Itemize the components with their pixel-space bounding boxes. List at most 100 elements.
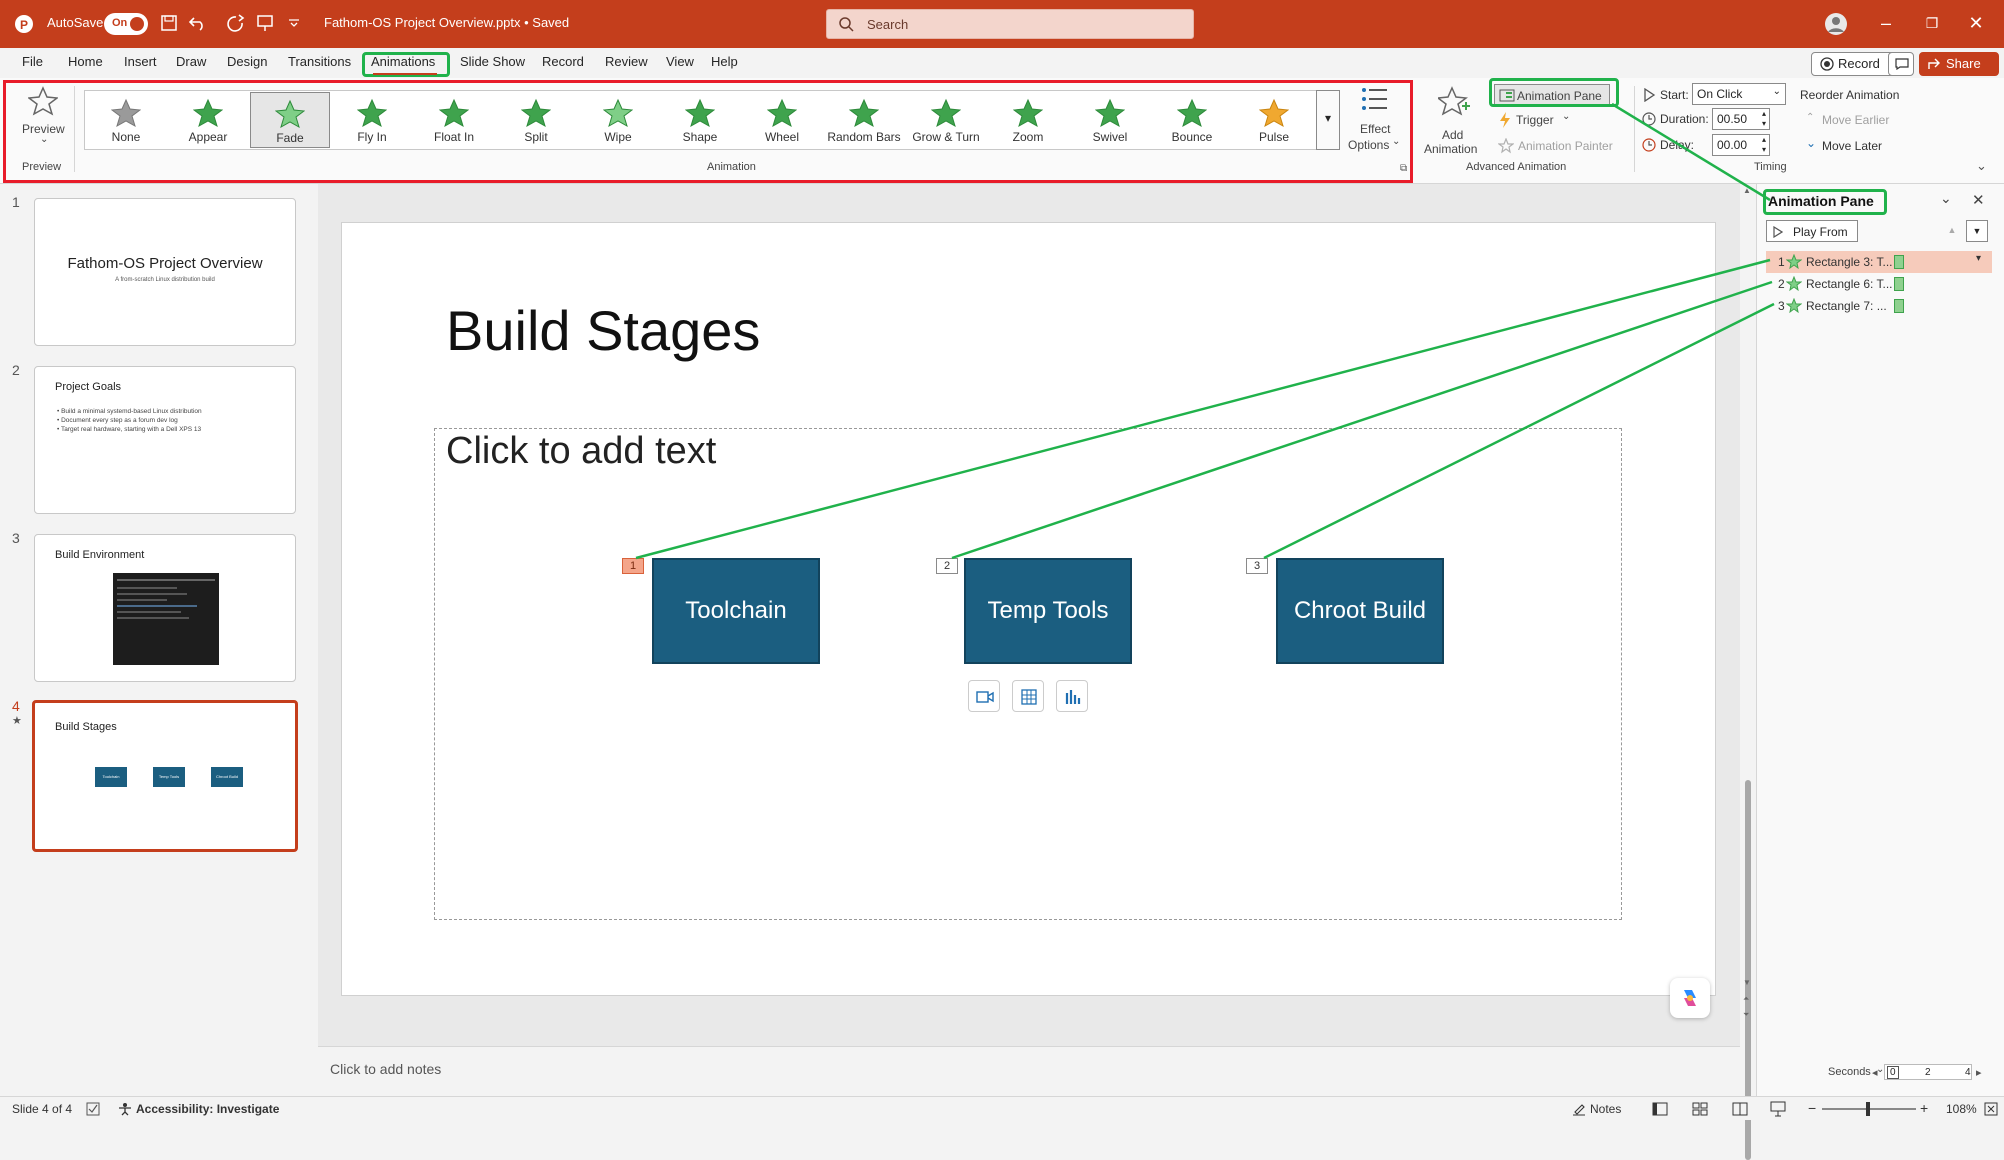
slide-thumbnail-1[interactable]: Fathom-OS Project Overview A from-scratc… (34, 198, 296, 346)
accessibility-status[interactable]: Accessibility: Investigate (136, 1102, 279, 1116)
notes-icon (1573, 1104, 1585, 1116)
tab-design[interactable]: Design (227, 54, 267, 69)
tab-insert[interactable]: Insert (124, 54, 157, 69)
reading-view-icon[interactable] (1732, 1102, 1748, 1116)
tab-home[interactable]: Home (68, 54, 103, 69)
tab-view[interactable]: View (666, 54, 694, 69)
previous-slide-icon[interactable]: ⏶ (1743, 994, 1749, 1004)
tab-draw[interactable]: Draw (176, 54, 206, 69)
customize-toolbar-icon[interactable] (288, 18, 300, 28)
timeline-scroll-left-icon[interactable]: ◂ (1872, 1066, 1878, 1079)
add-animation-button[interactable]: Add Animation (1422, 86, 1486, 156)
share-icon (1928, 58, 1940, 69)
start-dropdown[interactable]: On Click ⌄ (1692, 83, 1786, 105)
undo-icon[interactable] (188, 14, 210, 32)
record-label: Record (1838, 56, 1880, 71)
move-later-label: Move Later (1822, 139, 1883, 153)
insert-chart-button[interactable] (1056, 680, 1088, 712)
insert-video-button[interactable] (968, 680, 1000, 712)
close-window-button[interactable]: ✕ (1962, 10, 1990, 36)
animation-item-1[interactable]: 1 Rectangle 3: T... ▾ (1766, 251, 1992, 273)
tab-record[interactable]: Record (542, 54, 584, 69)
save-icon[interactable] (160, 14, 178, 32)
zoom-out-icon[interactable]: − (1808, 1100, 1816, 1116)
slide-thumbnail-3[interactable]: Build Environment (34, 534, 296, 682)
close-pane-icon[interactable]: ✕ (1972, 191, 1985, 209)
add-animation-star-icon (1438, 86, 1470, 116)
slide-number: 2 (12, 362, 20, 378)
delay-spinner-icon[interactable]: ▴ ▾ (1762, 135, 1766, 155)
zoom-level[interactable]: 108% (1946, 1102, 1977, 1116)
pane-options-icon[interactable]: ⌄ (1940, 190, 1952, 207)
tab-help[interactable]: Help (711, 54, 738, 69)
timeline-scroll-right-icon[interactable]: ▸ (1976, 1066, 1982, 1079)
slide-show-icon[interactable] (1770, 1101, 1786, 1117)
play-from-button[interactable]: Play From (1766, 220, 1858, 242)
minimize-button[interactable]: – (1872, 10, 1900, 36)
thumb-subtitle: A from-scratch Linux distribution build (115, 277, 215, 283)
account-avatar-icon[interactable] (1824, 12, 1848, 36)
insert-table-button[interactable] (1012, 680, 1044, 712)
tab-transitions[interactable]: Transitions (288, 54, 351, 69)
item-dropdown-icon[interactable]: ▾ (1976, 253, 1981, 264)
normal-view-icon[interactable] (1652, 1102, 1668, 1116)
animation-painter-button[interactable]: Animation Painter (1498, 138, 1628, 158)
notes-toggle[interactable]: Notes (1590, 1102, 1621, 1116)
zoom-in-icon[interactable]: + (1920, 1100, 1928, 1116)
scroll-up-icon[interactable]: ▲ (1743, 186, 1751, 195)
slide-sorter-icon[interactable] (1692, 1102, 1708, 1116)
accessibility-icon[interactable] (118, 1102, 132, 1116)
chroot-build-shape[interactable]: Chroot Build (1276, 558, 1444, 664)
temp-tools-shape[interactable]: Temp Tools (964, 558, 1132, 664)
comments-button[interactable] (1888, 52, 1914, 76)
slide-thumbnail-4[interactable]: Build Stages Toolchain Temp Tools Chroot… (32, 700, 298, 852)
animation-order-tag[interactable]: 3 (1246, 558, 1268, 574)
start-label: Start: (1660, 88, 1689, 102)
placeholder-text[interactable]: Click to add text (446, 430, 716, 473)
status-bar: Slide 4 of 4 Accessibility: Investigate … (0, 1096, 2004, 1120)
tab-slide-show[interactable]: Slide Show (460, 54, 525, 69)
animation-item-2[interactable]: 2 Rectangle 6: T... (1766, 273, 1992, 295)
delay-clock-icon (1642, 138, 1656, 152)
copilot-button[interactable] (1670, 978, 1710, 1018)
move-later-button[interactable]: ⌄ Move Later (1806, 136, 1906, 156)
thumb-terminal-screenshot (113, 573, 219, 665)
trigger-dropdown-icon: ⌄ (1562, 111, 1571, 122)
animation-item-3[interactable]: 3 Rectangle 7: ... (1766, 295, 1992, 317)
slide-thumbnail-2[interactable]: Project Goals • Build a minimal systemd-… (34, 366, 296, 514)
delay-input[interactable]: 00.00 ▴ ▾ (1712, 134, 1770, 156)
tab-file[interactable]: File (22, 54, 43, 69)
trigger-button[interactable]: Trigger ⌄ (1498, 111, 1588, 132)
autosave-toggle[interactable]: On (104, 13, 148, 35)
animation-order-tag[interactable]: 2 (936, 558, 958, 574)
thumb-box: Temp Tools (153, 767, 185, 787)
spell-check-icon[interactable] (86, 1102, 100, 1116)
add-animation-label-1: Add (1442, 128, 1464, 142)
present-from-start-icon[interactable] (256, 14, 274, 32)
scroll-down-icon[interactable]: ▼ (1743, 978, 1751, 987)
duration-input[interactable]: 00.50 ▴ ▾ (1712, 108, 1770, 130)
tab-review[interactable]: Review (605, 54, 648, 69)
fit-to-window-icon[interactable] (1984, 1102, 1998, 1116)
content-placeholder[interactable] (434, 428, 1622, 920)
animation-item-number: 2 (1778, 277, 1785, 291)
editor-scrollbar[interactable]: ▲ ▼ ⏶ ⏷ (1740, 184, 1756, 1160)
zoom-slider-thumb[interactable] (1866, 1102, 1870, 1116)
toolchain-shape[interactable]: Toolchain (652, 558, 820, 664)
search-input[interactable]: Search (826, 9, 1194, 39)
redo-icon[interactable] (226, 14, 246, 32)
restore-button[interactable]: ❐ (1918, 10, 1946, 36)
timeline-ruler[interactable]: 0 2 4 (1884, 1064, 1972, 1080)
document-title[interactable]: Fathom-OS Project Overview.pptx • Saved (324, 15, 569, 30)
active-tab-underline (373, 73, 437, 75)
notes-pane[interactable]: Click to add notes (318, 1046, 1740, 1096)
move-earlier-button[interactable]: ⌃ Move Earlier (1806, 112, 1906, 130)
move-up-arrow-icon[interactable]: ▲ (1942, 220, 1962, 242)
collapse-ribbon-icon[interactable]: ⌄ (1976, 158, 1987, 174)
duration-spinner-icon[interactable]: ▴ ▾ (1762, 109, 1766, 129)
next-slide-icon[interactable]: ⏷ (1743, 1010, 1749, 1020)
animation-order-tag[interactable]: 1 (622, 558, 644, 574)
slide-title[interactable]: Build Stages (446, 298, 760, 363)
seconds-dropdown[interactable]: Seconds (1828, 1066, 1871, 1078)
move-down-arrow-icon[interactable]: ▼ (1966, 220, 1988, 242)
